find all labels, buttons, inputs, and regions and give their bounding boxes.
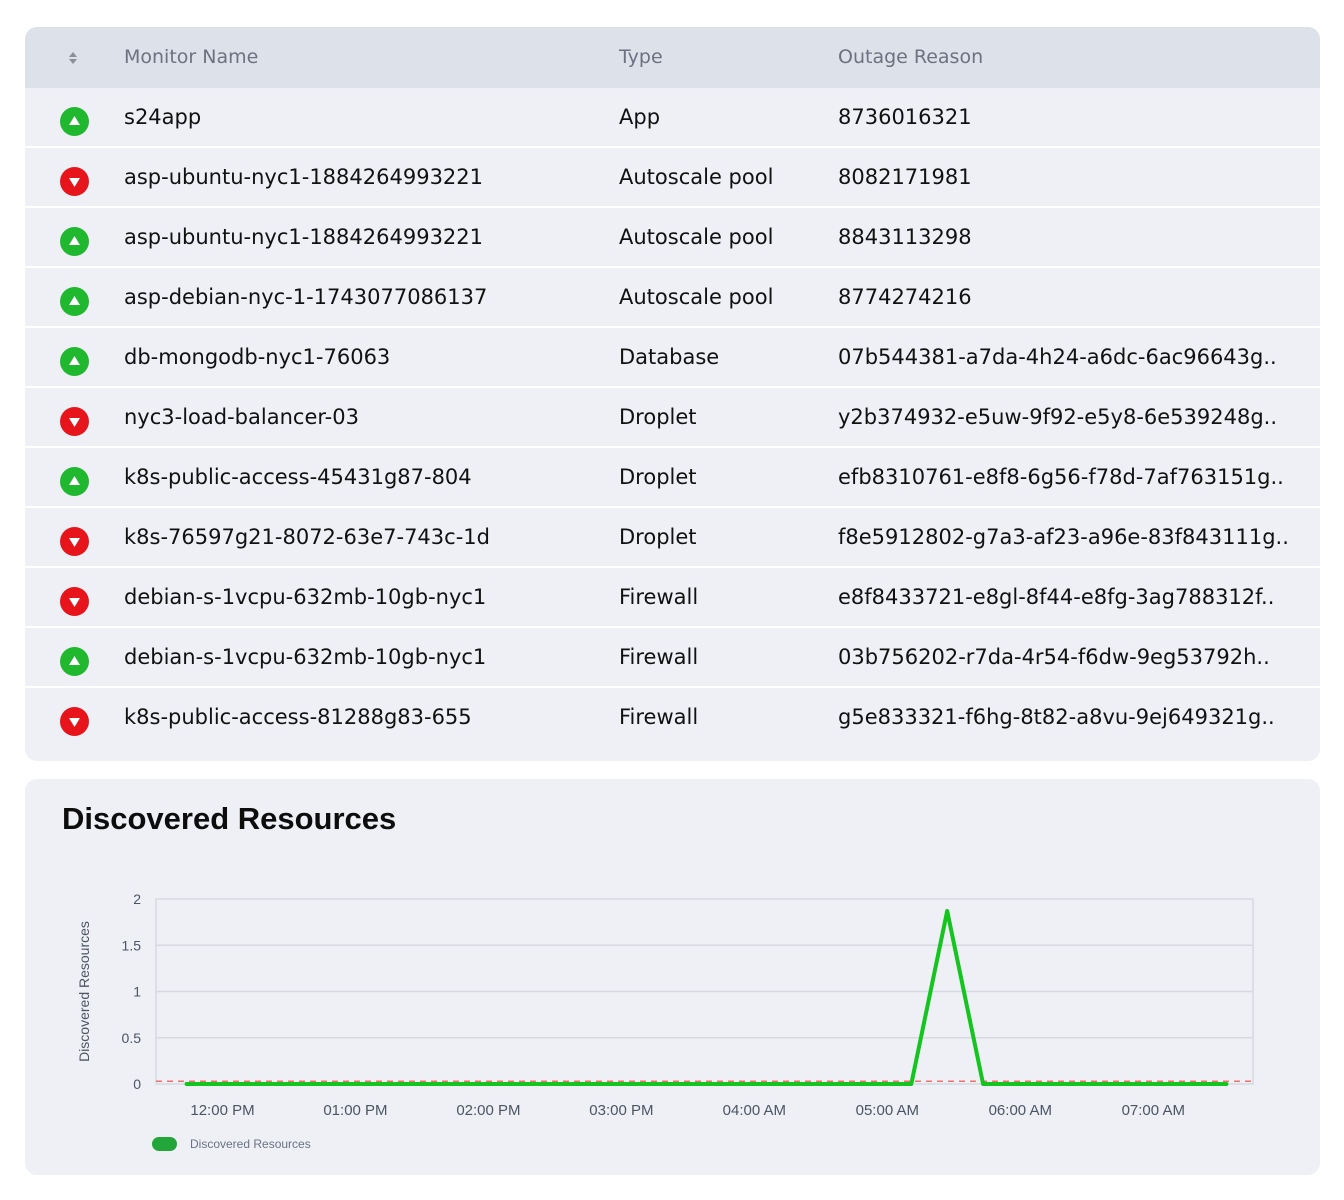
x-tick-label: 04:00 AM — [723, 1102, 786, 1119]
type-cell: Autoscale pool — [619, 225, 774, 249]
legend-swatch — [152, 1137, 177, 1151]
y-axis-label: Discovered Resources — [76, 921, 92, 1062]
status-down-icon — [60, 707, 89, 736]
x-tick-label: 06:00 AM — [989, 1102, 1052, 1119]
outage-reason-cell: g5e833321-f6hg-8t82-a8vu-9ej649321g.. — [838, 705, 1275, 729]
monitor-name-cell[interactable]: k8s-public-access-45431g87-804 — [124, 448, 604, 506]
type-cell: Database — [619, 345, 720, 369]
column-header-type[interactable]: Type — [619, 27, 663, 88]
x-tick-label: 02:00 PM — [456, 1102, 520, 1119]
status-down-icon — [60, 527, 89, 556]
type-cell: Firewall — [619, 585, 699, 609]
monitor-name-cell[interactable]: asp-ubuntu-nyc1-1884264993221 — [124, 208, 604, 266]
outage-reason-cell: efb8310761-e8f8-6g56-f78d-7af763151g.. — [838, 465, 1284, 489]
monitor-name-cell[interactable]: k8s-76597g21-8072-63e7-743c-1d — [124, 508, 604, 566]
table-row[interactable]: asp-ubuntu-nyc1-1884264993221 Autoscale p… — [25, 208, 1320, 268]
y-tick-label: 2 — [133, 891, 141, 907]
type-cell: Firewall — [619, 705, 699, 729]
monitors-table: Monitor Name Type Outage Reason s24app Ap… — [25, 27, 1320, 761]
table-row[interactable]: asp-ubuntu-nyc1-1884264993221 Autoscale p… — [25, 148, 1320, 208]
status-up-icon — [60, 647, 89, 676]
type-cell: Autoscale pool — [619, 285, 774, 309]
outage-reason-cell: 8736016321 — [838, 105, 972, 129]
outage-reason-cell: 8082171981 — [838, 165, 972, 189]
table-row[interactable]: debian-s-1vcpu-632mb-10gb-nyc1 Firewall 03… — [25, 628, 1320, 688]
outage-reason-cell: y2b374932-e5uw-9f92-e5y8-6e539248g.. — [838, 405, 1278, 429]
status-up-icon — [60, 467, 89, 496]
status-up-icon — [60, 107, 89, 136]
table-header: Monitor Name Type Outage Reason — [25, 27, 1320, 88]
type-cell: App — [619, 105, 661, 129]
table-row[interactable]: k8s-public-access-45431g87-804 Droplet efb… — [25, 448, 1320, 508]
x-tick-label: 05:00 AM — [856, 1102, 919, 1119]
y-tick-label: 0.5 — [122, 1030, 142, 1046]
table-row[interactable]: s24app App 8736016321 — [25, 88, 1320, 148]
status-up-icon — [60, 347, 89, 376]
outage-reason-cell: e8f8433721-e8gl-8f44-e8fg-3ag788312f.. — [838, 585, 1275, 609]
outage-reason-cell: 8843113298 — [838, 225, 972, 249]
x-tick-label: 03:00 PM — [589, 1102, 653, 1119]
outage-reason-cell: 8774274216 — [838, 285, 972, 309]
monitor-name-cell[interactable]: s24app — [124, 88, 604, 146]
discovered-resources-card: Discovered Resources 0 0.5 1 1.5 2 12:00 PM 01… — [25, 779, 1320, 1175]
monitor-name-cell[interactable]: nyc3-load-balancer-03 — [124, 388, 604, 446]
monitor-name-cell[interactable]: asp-ubuntu-nyc1-1884264993221 — [124, 148, 604, 206]
y-tick-label: 1.5 — [122, 937, 142, 953]
table-row[interactable]: asp-debian-nyc-1-1743077086137 Autoscale … — [25, 268, 1320, 328]
table-row[interactable]: nyc3-load-balancer-03 Droplet y2b374932-e5… — [25, 388, 1320, 448]
table-row[interactable]: k8s-76597g21-8072-63e7-743c-1d Droplet f8e… — [25, 508, 1320, 568]
x-tick-label: 01:00 PM — [323, 1102, 387, 1119]
outage-reason-cell: 03b756202-r7da-4r54-f6dw-9eg53792h.. — [838, 645, 1270, 669]
monitor-name-cell[interactable]: debian-s-1vcpu-632mb-10gb-nyc1 — [124, 628, 604, 686]
type-cell: Droplet — [619, 525, 697, 549]
monitor-name-cell[interactable]: debian-s-1vcpu-632mb-10gb-nyc1 — [124, 568, 604, 626]
status-down-icon — [60, 167, 89, 196]
monitor-name-cell[interactable]: k8s-public-access-81288g83-655 — [124, 688, 604, 746]
legend-label: Discovered Resources — [190, 1137, 311, 1151]
outage-reason-cell: 07b544381-a7da-4h24-a6dc-6ac96643g.. — [838, 345, 1277, 369]
table-row[interactable]: db-mongodb-nyc1-76063 Database 07b544381-a… — [25, 328, 1320, 388]
type-cell: Firewall — [619, 645, 699, 669]
status-up-icon — [60, 227, 89, 256]
table-row[interactable]: k8s-public-access-81288g83-655 Firewall g5… — [25, 688, 1320, 748]
discovered-resources-chart: 0 0.5 1 1.5 2 12:00 PM 01:00 PM 02:00 PM 03:00 P… — [76, 891, 1254, 1119]
column-header-monitor-name[interactable]: Monitor Name — [124, 27, 258, 88]
outage-reason-cell: f8e5912802-g7a3-af23-a96e-83f843111g.. — [838, 525, 1289, 549]
type-cell: Droplet — [619, 465, 697, 489]
column-header-outage-reason[interactable]: Outage Reason — [838, 27, 983, 88]
type-cell: Droplet — [619, 405, 697, 429]
table-row[interactable]: debian-s-1vcpu-632mb-10gb-nyc1 Firewall e8… — [25, 568, 1320, 628]
status-down-icon — [60, 587, 89, 616]
y-tick-label: 1 — [133, 984, 141, 1000]
y-tick-label: 0 — [133, 1076, 141, 1092]
x-tick-label: 12:00 PM — [190, 1102, 254, 1119]
monitor-name-cell[interactable]: db-mongodb-nyc1-76063 — [124, 328, 604, 386]
monitor-name-cell[interactable]: asp-debian-nyc-1-1743077086137 — [124, 268, 604, 326]
status-down-icon — [60, 407, 89, 436]
x-tick-label: 07:00 AM — [1122, 1102, 1185, 1119]
type-cell: Autoscale pool — [619, 165, 774, 189]
status-up-icon — [60, 287, 89, 316]
sort-icon[interactable] — [66, 50, 80, 66]
